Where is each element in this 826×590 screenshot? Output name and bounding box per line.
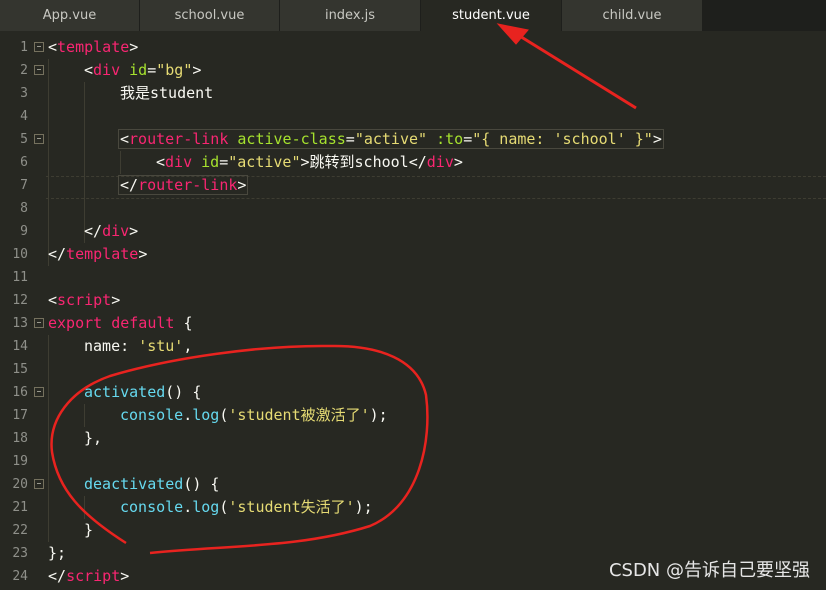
red-arrow-icon [496, 23, 637, 110]
red-circle-highlight [50, 344, 429, 555]
watermark: CSDN @告诉自己要坚强 [608, 560, 810, 581]
red-annotation-overlay [50, 23, 637, 555]
